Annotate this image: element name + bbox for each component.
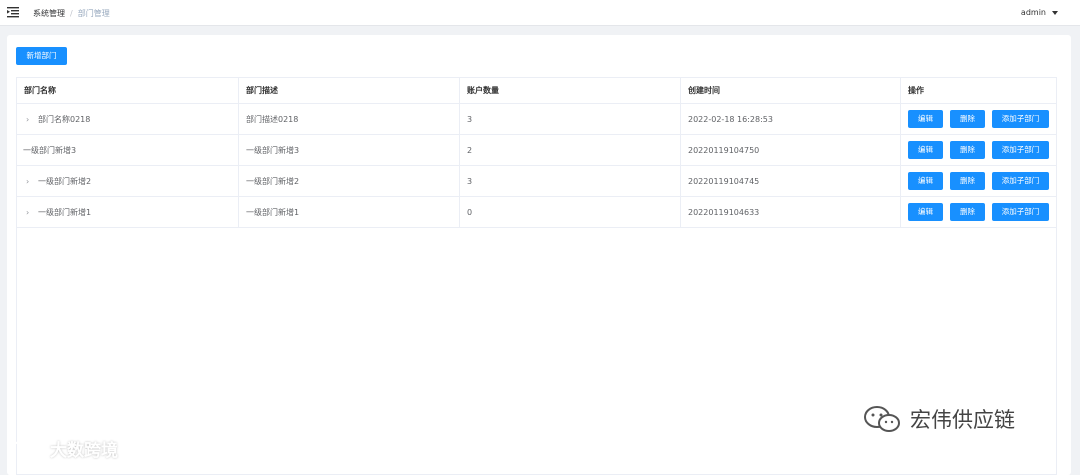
column-header: 部门名称 — [17, 78, 239, 103]
top-navbar: 系统管理 / 部门管理 admin — [0, 0, 1080, 26]
username: admin — [1020, 8, 1046, 17]
department-desc: 部门描述0218 — [239, 104, 460, 134]
breadcrumb-item-current: 部门管理 — [77, 9, 110, 18]
watermark-left: 大数跨境 — [8, 436, 118, 461]
table-header: 部门名称 部门描述 账户数量 创建时间 操作 — [17, 78, 1056, 104]
watermark-right: 宏伟供应链 — [862, 404, 1015, 434]
row-actions: 编辑 删除 添加子部门 — [901, 166, 1056, 196]
department-name: 一级部门新增2 — [38, 176, 92, 186]
column-header: 操作 — [908, 86, 924, 95]
add-department-button[interactable]: 新增部门 — [16, 47, 67, 65]
created-time: 20220119104750 — [681, 135, 901, 165]
department-name: 一级部门新增1 — [38, 207, 92, 217]
row-actions: 编辑 删除 添加子部门 — [901, 197, 1056, 227]
column-header: 部门描述 — [239, 78, 460, 103]
expand-chevron-icon[interactable]: › — [26, 208, 34, 217]
column-header: 创建时间 — [681, 78, 901, 103]
edit-button[interactable]: 编辑 — [908, 172, 943, 190]
department-desc: 一级部门新增1 — [239, 197, 460, 227]
department-name: 部门名称0218 — [38, 114, 91, 124]
expand-chevron-icon[interactable]: › — [26, 115, 34, 124]
expand-chevron-icon[interactable]: › — [26, 177, 34, 186]
account-count: 2 — [460, 135, 681, 165]
created-time: 2022-02-18 16:28:53 — [681, 104, 901, 134]
delete-button[interactable]: 删除 — [950, 141, 985, 159]
watermark-left-text: 大数跨境 — [50, 441, 118, 461]
wechat-icon — [864, 406, 900, 432]
row-actions: 编辑 删除 添加子部门 — [901, 135, 1056, 165]
breadcrumb: 系统管理 / 部门管理 — [33, 8, 110, 19]
table-row: › 部门名称0218 部门描述0218 3 2022-02-18 16:28:53… — [17, 104, 1056, 135]
account-count: 3 — [460, 166, 681, 196]
breadcrumb-item-system[interactable]: 系统管理 — [33, 9, 65, 18]
delete-button[interactable]: 删除 — [950, 110, 985, 128]
menu-fold-icon[interactable] — [7, 6, 19, 18]
department-name: 一级部门新增3 — [23, 145, 77, 155]
add-sub-department-button[interactable]: 添加子部门 — [992, 141, 1049, 159]
add-sub-department-button[interactable]: 添加子部门 — [992, 203, 1049, 221]
account-count: 3 — [460, 104, 681, 134]
table-row: 一级部门新增3 一级部门新增3 2 20220119104750 编辑 删除 添加子… — [17, 135, 1056, 166]
created-time: 20220119104633 — [681, 197, 901, 227]
watermark-logo-icon — [10, 441, 44, 454]
edit-button[interactable]: 编辑 — [908, 141, 943, 159]
edit-button[interactable]: 编辑 — [908, 203, 943, 221]
caret-down-icon — [1052, 10, 1058, 15]
add-sub-department-button[interactable]: 添加子部门 — [992, 172, 1049, 190]
add-sub-department-button[interactable]: 添加子部门 — [992, 110, 1049, 128]
breadcrumb-separator: / — [70, 9, 73, 18]
column-header: 账户数量 — [460, 78, 681, 103]
account-count: 0 — [460, 197, 681, 227]
created-time: 20220119104745 — [681, 166, 901, 196]
table-row: › 一级部门新增2 一级部门新增2 3 20220119104745 编辑 删除 添加… — [17, 166, 1056, 197]
department-desc: 一级部门新增2 — [239, 166, 460, 196]
watermark-right-text: 宏伟供应链 — [910, 408, 1015, 432]
user-dropdown[interactable]: admin — [1021, 8, 1058, 17]
delete-button[interactable]: 删除 — [950, 203, 985, 221]
edit-button[interactable]: 编辑 — [908, 110, 943, 128]
delete-button[interactable]: 删除 — [950, 172, 985, 190]
row-actions: 编辑 删除 添加子部门 — [901, 104, 1056, 134]
table-row: › 一级部门新增1 一级部门新增1 0 20220119104633 编辑 删除 添加… — [17, 197, 1056, 228]
department-desc: 一级部门新增3 — [239, 135, 460, 165]
